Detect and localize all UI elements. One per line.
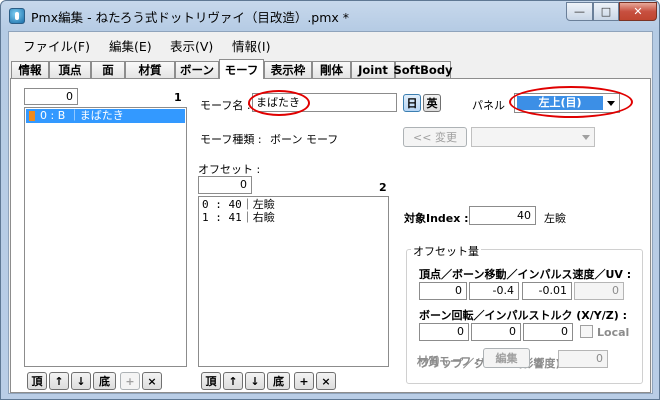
- delete-morph-button[interactable]: ×: [142, 372, 162, 390]
- offset-index-field[interactable]: 0: [198, 176, 252, 194]
- target-bone-name: 左瞼: [544, 212, 566, 225]
- offset-label: オフセット :: [198, 163, 261, 176]
- lang-jp-button[interactable]: 日: [403, 94, 421, 112]
- local-checkbox[interactable]: [580, 325, 593, 338]
- offset-add-button[interactable]: +: [294, 372, 314, 390]
- tab-morph[interactable]: モーフ: [219, 59, 264, 79]
- offset-list[interactable]: 0 : 40｜左瞼 1 : 41｜右瞼: [198, 196, 389, 367]
- tab-vertex[interactable]: 頂点: [49, 61, 91, 78]
- tab-strip: 情報 頂点 面 材質 ボーン モーフ 表示枠 剛体 Joint SoftBody: [9, 59, 652, 79]
- offset-count-label: 2: [379, 181, 387, 194]
- panel-selected-value: 左上(目): [517, 96, 603, 110]
- menu-file[interactable]: ファイル(F): [23, 36, 90, 55]
- target-index-field[interactable]: 40: [469, 206, 536, 225]
- window-title: Pmx編集 - ねたろう式ドットリヴァイ（目改造）.pmx *: [31, 10, 350, 25]
- morph-name-label: モーフ名 :: [200, 99, 251, 112]
- tab-display-frame[interactable]: 表示枠: [264, 61, 312, 78]
- maximize-button[interactable]: □: [593, 2, 619, 21]
- offset-item-label: 0 : 40｜左瞼: [202, 198, 275, 211]
- morph-name-field[interactable]: まばたき: [252, 93, 397, 112]
- client-area: ファイル(F) 編集(E) 表示(V) 情報(I) 情報 頂点 面 材質 ボーン…: [8, 31, 653, 394]
- offset-move-top-button[interactable]: 頂: [201, 372, 221, 390]
- list-item[interactable]: 0 : 40｜左瞼: [200, 198, 387, 212]
- local-label: Local: [597, 326, 630, 339]
- offset-move-bottom-button[interactable]: 底: [267, 372, 290, 390]
- move-z-field[interactable]: -0.01: [522, 282, 572, 300]
- offset-amount-legend: オフセット量: [411, 243, 481, 259]
- target-index-label: 対象Index :: [404, 212, 469, 225]
- minimize-button[interactable]: —: [566, 2, 593, 21]
- morph-type-select[interactable]: [471, 127, 595, 147]
- menu-bar: ファイル(F) 編集(E) 表示(V) 情報(I): [9, 32, 652, 56]
- move-up-button[interactable]: ↑: [49, 372, 69, 390]
- morph-index-field[interactable]: 0: [24, 88, 78, 105]
- move-down-button[interactable]: ↓: [71, 372, 91, 390]
- morph-tab-page: 0 1 0 : B ｜まばたき 頂 ↑ ↓ 底 + × モーフ名 : まばたき …: [10, 78, 651, 393]
- title-bar[interactable]: Pmx編集 - ねたろう式ドットリヴァイ（目改造）.pmx * — □ ✕: [1, 1, 659, 31]
- move-w-field[interactable]: 0: [574, 282, 624, 300]
- offset-delete-button[interactable]: ×: [316, 372, 336, 390]
- close-button[interactable]: ✕: [619, 2, 657, 21]
- morph-type-marker: [29, 111, 35, 121]
- menu-view[interactable]: 表示(V): [170, 36, 213, 55]
- list-item[interactable]: 1 : 41｜右瞼: [200, 211, 387, 225]
- tab-face[interactable]: 面: [91, 61, 125, 78]
- menu-edit[interactable]: 編集(E): [109, 36, 152, 55]
- material-morph-label: 材質モーフ :: [417, 355, 480, 368]
- tab-joint[interactable]: Joint: [351, 61, 395, 78]
- app-icon: [9, 8, 25, 24]
- panel-label: パネル: [472, 99, 505, 112]
- tab-material[interactable]: 材質: [125, 61, 175, 78]
- flip-group-field[interactable]: 0: [558, 350, 608, 368]
- chevron-down-icon: [607, 101, 615, 106]
- list-item[interactable]: 0 : B ｜まばたき: [26, 109, 185, 123]
- offset-move-down-button[interactable]: ↓: [245, 372, 265, 390]
- move-x-field[interactable]: 0: [419, 282, 467, 300]
- move-label: 頂点／ボーン移動／インパルス速度／UV :: [419, 268, 632, 281]
- move-y-field[interactable]: -0.4: [469, 282, 519, 300]
- morph-count-label: 1: [174, 91, 182, 104]
- panel-select[interactable]: 左上(目): [514, 93, 620, 113]
- tab-softbody[interactable]: SoftBody: [393, 61, 453, 78]
- offset-item-label: 1 : 41｜右瞼: [202, 211, 275, 224]
- offset-move-up-button[interactable]: ↑: [223, 372, 243, 390]
- application-window: Pmx編集 - ねたろう式ドットリヴァイ（目改造）.pmx * — □ ✕ ファ…: [0, 0, 660, 400]
- tab-bone[interactable]: ボーン: [175, 61, 219, 78]
- rotate-y-field[interactable]: 0: [471, 323, 521, 341]
- morph-list[interactable]: 0 : B ｜まばたき: [24, 107, 187, 367]
- move-bottom-button[interactable]: 底: [93, 372, 116, 390]
- rotate-z-field[interactable]: 0: [523, 323, 573, 341]
- add-morph-button[interactable]: +: [120, 372, 140, 390]
- rotate-x-field[interactable]: 0: [419, 323, 469, 341]
- morph-type-label: モーフ種類 :: [200, 133, 262, 146]
- change-button[interactable]: << 変更: [403, 127, 467, 147]
- material-edit-button[interactable]: 編集: [483, 348, 530, 368]
- chevron-down-icon: [582, 135, 590, 140]
- morph-item-label: 0 : B ｜まばたき: [40, 109, 124, 122]
- menu-info[interactable]: 情報(I): [232, 36, 270, 55]
- lang-en-button[interactable]: 英: [423, 94, 441, 112]
- morph-type-value: ボーン モーフ: [270, 133, 339, 146]
- tab-rigid-body[interactable]: 剛体: [312, 61, 351, 78]
- tab-info[interactable]: 情報: [11, 61, 49, 78]
- rotate-label: ボーン回転／インパルストルク (X/Y/Z) :: [419, 309, 628, 322]
- move-top-button[interactable]: 頂: [27, 372, 47, 390]
